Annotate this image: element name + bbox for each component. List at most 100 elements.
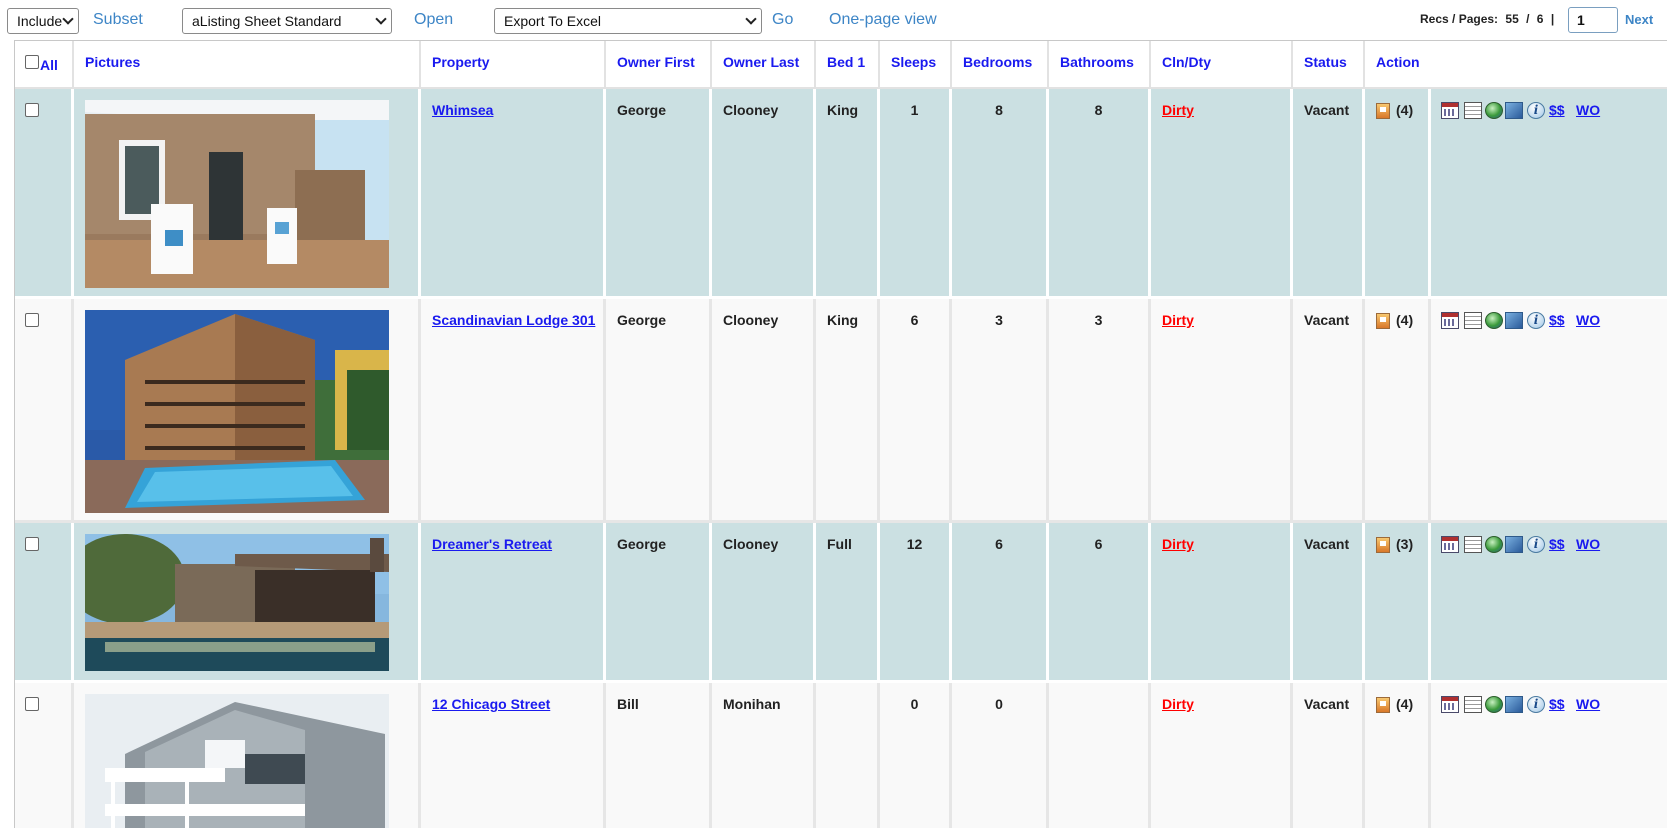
property-link[interactable]: 12 Chicago Street xyxy=(432,696,550,712)
rates-link[interactable]: $$ xyxy=(1549,536,1565,552)
work-order-link[interactable]: WO xyxy=(1576,102,1600,118)
page-number-input[interactable]: 1 xyxy=(1568,7,1618,33)
info-icon[interactable] xyxy=(1527,696,1545,713)
map-icon[interactable] xyxy=(1505,312,1523,329)
bed1: King xyxy=(827,102,859,118)
info-icon[interactable] xyxy=(1527,312,1545,329)
retreat-photo[interactable] xyxy=(85,534,389,671)
calendar-icon[interactable] xyxy=(1441,312,1459,329)
header-owner-last-label[interactable]: Owner Last xyxy=(723,54,799,70)
header-status: Status xyxy=(1293,41,1365,89)
listing-table: All Pictures Property Owner First Owner … xyxy=(14,40,1667,828)
row-checkbox[interactable] xyxy=(25,103,39,117)
header-bedrooms-label[interactable]: Bedrooms xyxy=(963,54,1032,70)
select-all-label[interactable]: All xyxy=(40,57,58,73)
row-select-cell xyxy=(15,89,74,299)
work-order-link[interactable]: WO xyxy=(1576,536,1600,552)
row-select-cell xyxy=(15,523,74,683)
header-bed1-label[interactable]: Bed 1 xyxy=(827,54,865,70)
clean-status-link[interactable]: Dirty xyxy=(1162,102,1194,118)
owner-first: Bill xyxy=(617,696,639,712)
select-all-checkbox[interactable] xyxy=(25,55,39,69)
owner-last-cell: Clooney xyxy=(712,523,816,683)
one-page-view-link[interactable]: One-page view xyxy=(829,11,937,29)
header-all: All xyxy=(15,41,74,89)
open-link[interactable]: Open xyxy=(414,11,453,29)
export-select[interactable]: Export To Excel xyxy=(494,8,762,34)
clean-status-link[interactable]: Dirty xyxy=(1162,696,1194,712)
row-checkbox[interactable] xyxy=(25,697,39,711)
house-photo[interactable] xyxy=(85,694,389,828)
bathrooms-cell: 3 xyxy=(1049,299,1151,523)
calendar-icon[interactable] xyxy=(1441,536,1459,553)
clean-status-link[interactable]: Dirty xyxy=(1162,312,1194,328)
status-cell: Vacant xyxy=(1293,683,1365,828)
next-page-link[interactable]: Next xyxy=(1625,12,1653,27)
clean-status-link[interactable]: Dirty xyxy=(1162,536,1194,552)
info-icon[interactable] xyxy=(1527,536,1545,553)
header-owner-first-label[interactable]: Owner First xyxy=(617,54,695,70)
rates-link[interactable]: $$ xyxy=(1549,696,1565,712)
header-bathrooms: Bathrooms xyxy=(1049,41,1151,89)
rates-link[interactable]: $$ xyxy=(1549,312,1565,328)
subset-link[interactable]: Subset xyxy=(93,11,143,29)
work-order-link[interactable]: WO xyxy=(1576,312,1600,328)
globe-icon[interactable] xyxy=(1485,312,1503,329)
pictures-icon[interactable] xyxy=(1376,697,1390,713)
bedrooms: 0 xyxy=(995,696,1003,712)
owner-first-cell: George xyxy=(606,523,712,683)
globe-icon[interactable] xyxy=(1485,102,1503,119)
rates-link[interactable]: $$ xyxy=(1549,102,1565,118)
sleeps: 6 xyxy=(910,312,919,328)
pictures-count: (4) xyxy=(1396,696,1414,712)
header-bathrooms-label[interactable]: Bathrooms xyxy=(1060,54,1134,70)
info-icon[interactable] xyxy=(1527,102,1545,119)
header-bedrooms: Bedrooms xyxy=(952,41,1049,89)
globe-icon[interactable] xyxy=(1485,536,1503,553)
header-status-label[interactable]: Status xyxy=(1304,54,1347,70)
chevron-down-icon xyxy=(745,13,757,25)
bedrooms-cell: 3 xyxy=(952,299,1049,523)
header-property-label[interactable]: Property xyxy=(432,54,490,70)
property-link[interactable]: Scandinavian Lodge 301 xyxy=(432,312,595,328)
property-cell: Scandinavian Lodge 301 xyxy=(421,299,606,523)
globe-icon[interactable] xyxy=(1485,696,1503,713)
sheet-select-value: aListing Sheet Standard xyxy=(192,13,342,29)
pictures-count: (4) xyxy=(1396,312,1414,328)
owner-first-cell: George xyxy=(606,299,712,523)
header-sleeps-label[interactable]: Sleeps xyxy=(891,54,936,70)
lodge-photo[interactable] xyxy=(85,310,389,513)
calendar-icon[interactable] xyxy=(1441,102,1459,119)
pictures-count-cell: (4) xyxy=(1365,299,1431,523)
work-order-link[interactable]: WO xyxy=(1576,696,1600,712)
bedrooms: 3 xyxy=(995,312,1003,328)
export-select-value: Export To Excel xyxy=(504,13,602,29)
calendar-icon[interactable] xyxy=(1441,696,1459,713)
row-checkbox[interactable] xyxy=(25,537,39,551)
property-link[interactable]: Whimsea xyxy=(432,102,493,118)
cln-dty-cell: Dirty xyxy=(1151,683,1293,828)
sheet-icon[interactable] xyxy=(1464,696,1482,713)
pictures-icon[interactable] xyxy=(1376,313,1390,329)
toolbar: Include Subset aListing Sheet Standard O… xyxy=(0,0,1667,40)
pictures-icon[interactable] xyxy=(1376,103,1390,119)
sheet-icon[interactable] xyxy=(1464,536,1482,553)
pictures-icon[interactable] xyxy=(1376,537,1390,553)
pipe-separator: | xyxy=(1550,12,1555,26)
include-select[interactable]: Include xyxy=(7,8,79,34)
pictures-count-cell: (4) xyxy=(1365,683,1431,828)
property-link[interactable]: Dreamer's Retreat xyxy=(432,536,552,552)
map-icon[interactable] xyxy=(1505,696,1523,713)
header-action: Action xyxy=(1365,41,1667,89)
header-cln-dty-label[interactable]: Cln/Dty xyxy=(1162,54,1211,70)
sheet-icon[interactable] xyxy=(1464,312,1482,329)
map-icon[interactable] xyxy=(1505,536,1523,553)
porch-photo[interactable] xyxy=(85,100,389,288)
row-checkbox[interactable] xyxy=(25,313,39,327)
chevron-down-icon xyxy=(62,13,74,25)
go-link[interactable]: Go xyxy=(772,11,793,29)
sheet-icon[interactable] xyxy=(1464,102,1482,119)
map-icon[interactable] xyxy=(1505,102,1523,119)
header-pictures-label: Pictures xyxy=(85,54,141,70)
sheet-select[interactable]: aListing Sheet Standard xyxy=(182,8,392,34)
